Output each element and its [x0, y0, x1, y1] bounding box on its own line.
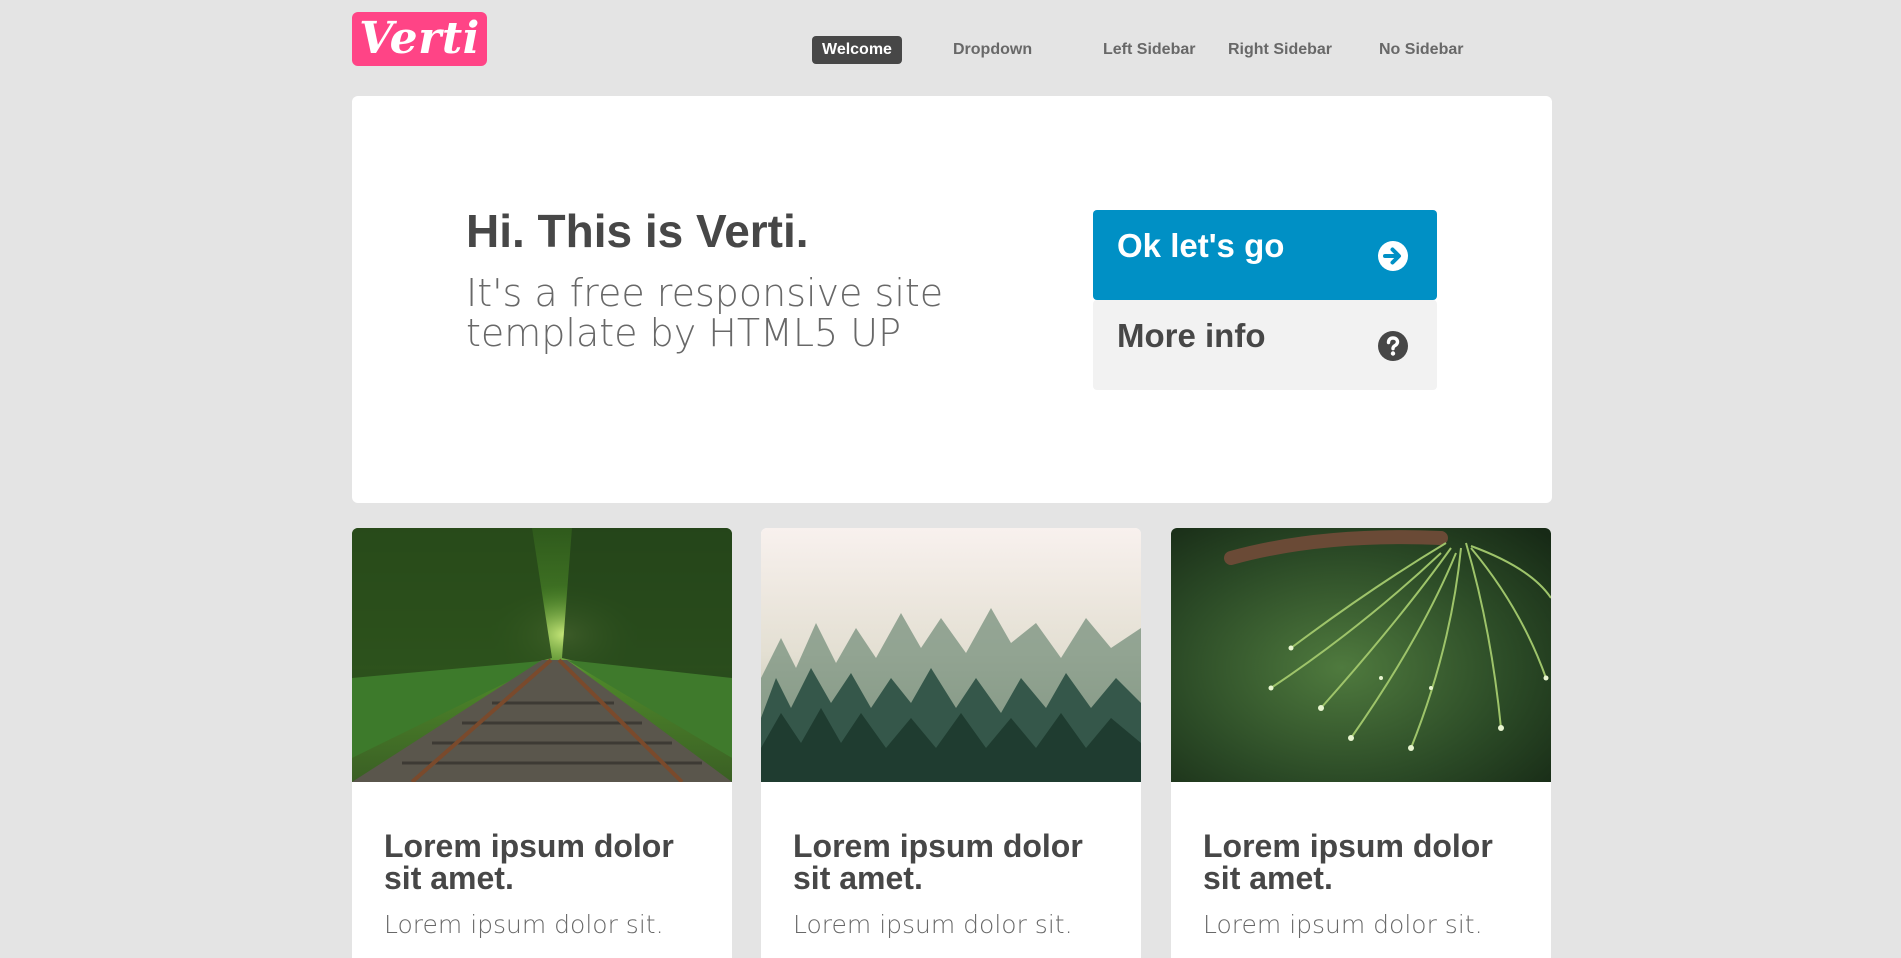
feature-card-1: Lorem ipsum dolor sit amet. Lorem ipsum … [352, 528, 732, 958]
more-info-label: More info [1117, 317, 1266, 354]
banner: Hi. This is Verti. It's a free responsiv… [352, 96, 1552, 503]
pine-needles-with-droplets-photo[interactable] [1171, 528, 1551, 782]
railway-through-forest-photo[interactable] [352, 528, 732, 782]
nav-item-no-sidebar[interactable]: No Sidebar [1379, 36, 1463, 64]
card-text-2: Lorem ipsum dolor sit. [793, 910, 1073, 939]
misty-pine-forest-photo[interactable] [761, 528, 1141, 782]
banner-title: Hi. This is Verti. [466, 205, 809, 257]
nav-item-left-sidebar[interactable]: Left Sidebar [1103, 36, 1195, 64]
more-info-button[interactable]: More info [1093, 300, 1437, 390]
card-title-1: Lorem ipsum dolor sit amet. [384, 828, 674, 896]
card-text-3: Lorem ipsum dolor sit. [1203, 910, 1483, 939]
site-logo[interactable]: Verti [352, 12, 487, 66]
card-text-1: Lorem ipsum dolor sit. [384, 910, 664, 939]
card-title-2: Lorem ipsum dolor sit amet. [793, 828, 1083, 896]
main-nav: Welcome Dropdown Left Sidebar Right Side… [812, 36, 1552, 64]
nav-item-welcome[interactable]: Welcome [812, 36, 902, 64]
ok-lets-go-button[interactable]: Ok let's go [1093, 210, 1437, 300]
banner-subtitle: It's a free responsive site template by … [466, 271, 944, 355]
arrow-circle-right-icon [1378, 241, 1408, 271]
feature-card-3: Lorem ipsum dolor sit amet. Lorem ipsum … [1171, 528, 1551, 958]
card-title-3: Lorem ipsum dolor sit amet. [1203, 828, 1493, 896]
question-circle-icon [1378, 331, 1408, 361]
feature-card-2: Lorem ipsum dolor sit amet. Lorem ipsum … [761, 528, 1141, 958]
ok-lets-go-label: Ok let's go [1117, 227, 1285, 264]
nav-item-dropdown[interactable]: Dropdown [953, 36, 1032, 64]
nav-item-right-sidebar[interactable]: Right Sidebar [1228, 36, 1332, 64]
